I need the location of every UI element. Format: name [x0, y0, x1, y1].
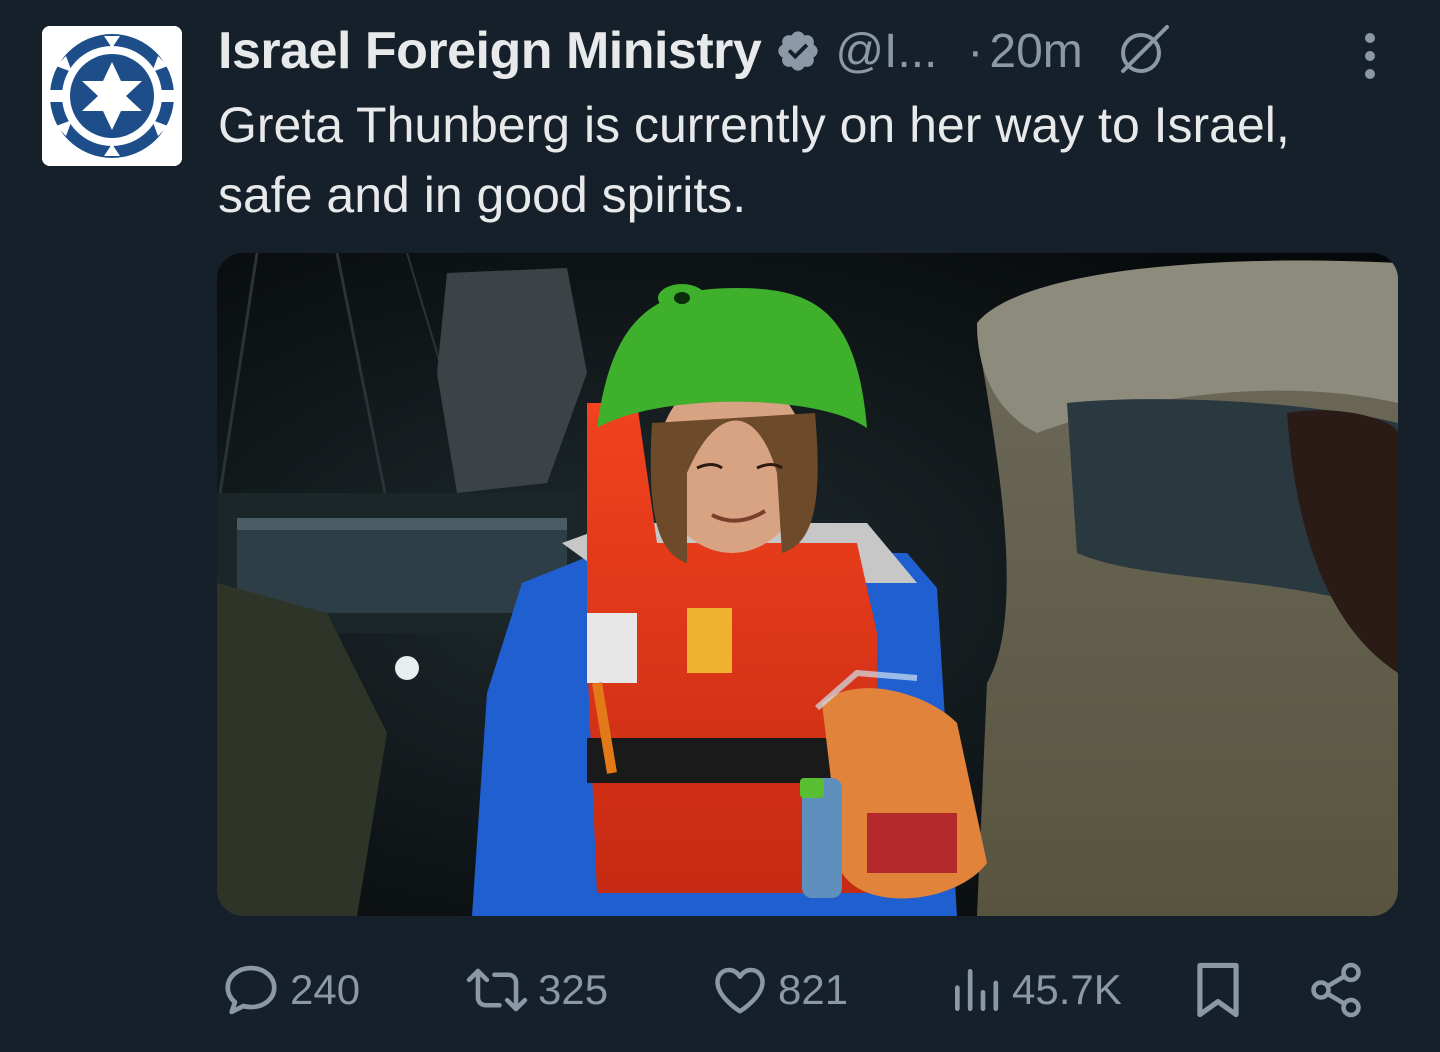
tweet-timestamp[interactable]: 20m: [989, 24, 1082, 79]
share-button[interactable]: [1306, 952, 1366, 1028]
share-icon: [1311, 962, 1361, 1018]
grok-icon[interactable]: [1113, 21, 1173, 81]
photo-image: [217, 253, 1398, 916]
bookmark-button[interactable]: [1192, 952, 1244, 1028]
author-display-name[interactable]: Israel Foreign Ministry: [218, 21, 762, 81]
verified-badge-icon[interactable]: [775, 28, 821, 74]
tweet-photo[interactable]: [217, 253, 1398, 916]
reply-button[interactable]: 240: [220, 952, 360, 1028]
like-count: 821: [778, 966, 849, 1013]
views-chart-icon: [955, 969, 999, 1011]
tweet-action-bar: 240 325 821 45.7K: [218, 952, 1378, 1028]
reply-icon: [225, 965, 277, 1015]
reply-count: 240: [290, 966, 361, 1013]
tweet-text: Greta Thunberg is currently on her way t…: [218, 97, 1290, 223]
more-options-icon[interactable]: [1350, 28, 1390, 84]
israel-foreign-ministry-emblem-icon: [42, 26, 182, 166]
view-count: 45.7K: [1012, 966, 1122, 1013]
tweet-card[interactable]: Israel Foreign Ministry @I... · 20m Gret…: [0, 0, 1440, 1052]
bookmark-icon: [1197, 962, 1239, 1018]
repost-count: 325: [538, 966, 609, 1013]
author-avatar[interactable]: [42, 26, 182, 166]
tweet-header: Israel Foreign Ministry @I... · 20m: [218, 18, 1173, 84]
like-button[interactable]: 821: [710, 952, 848, 1028]
separator-dot: ·: [967, 24, 984, 78]
repost-icon: [466, 968, 528, 1012]
author-handle[interactable]: @I...: [835, 24, 937, 79]
views-button[interactable]: 45.7K: [948, 952, 1122, 1028]
heart-icon: [715, 967, 765, 1014]
repost-button[interactable]: 325: [464, 952, 608, 1028]
